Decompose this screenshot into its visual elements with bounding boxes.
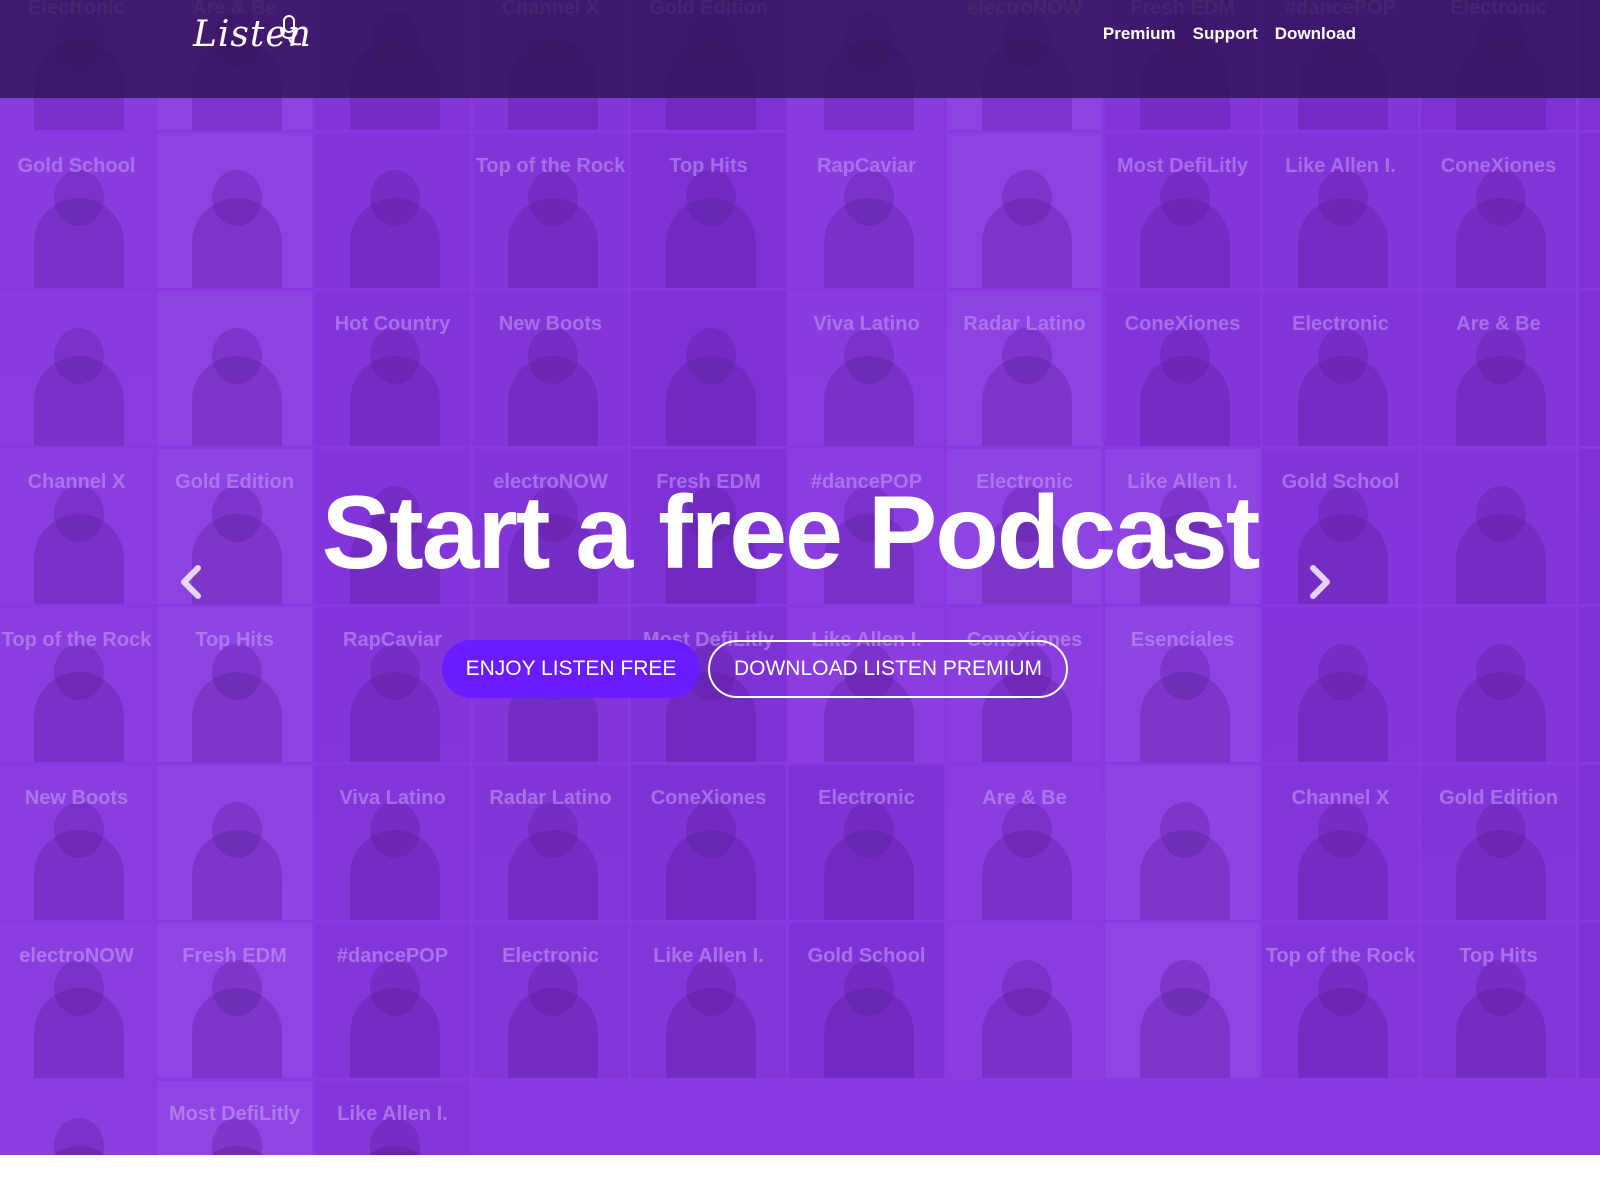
download-listen-premium-button[interactable]: DOWNLOAD LISTEN PREMIUM [708,640,1068,698]
nav-link-support[interactable]: Support [1193,24,1258,44]
hero-section: ElectronicAre & BeChannel XGold Editione… [0,0,1600,1155]
chevron-right-icon[interactable] [1305,562,1335,602]
nav-link-download[interactable]: Download [1275,24,1356,44]
enjoy-listen-free-button[interactable]: ENJOY LISTEN FREE [442,640,700,698]
cta-buttons: ENJOY LISTEN FREE DOWNLOAD LISTEN PREMIU… [442,640,1068,698]
microphone-icon [277,14,305,50]
top-navbar: Listen Premium Support Download [0,0,1600,98]
chevron-left-icon[interactable] [176,562,206,602]
landing-page: ElectronicAre & BeChannel XGold Editione… [0,0,1600,1200]
nav-link-premium[interactable]: Premium [1103,24,1176,44]
hero-headline: Start a free Podcast [321,475,1261,591]
nav-links: Premium Support Download [1103,24,1356,44]
